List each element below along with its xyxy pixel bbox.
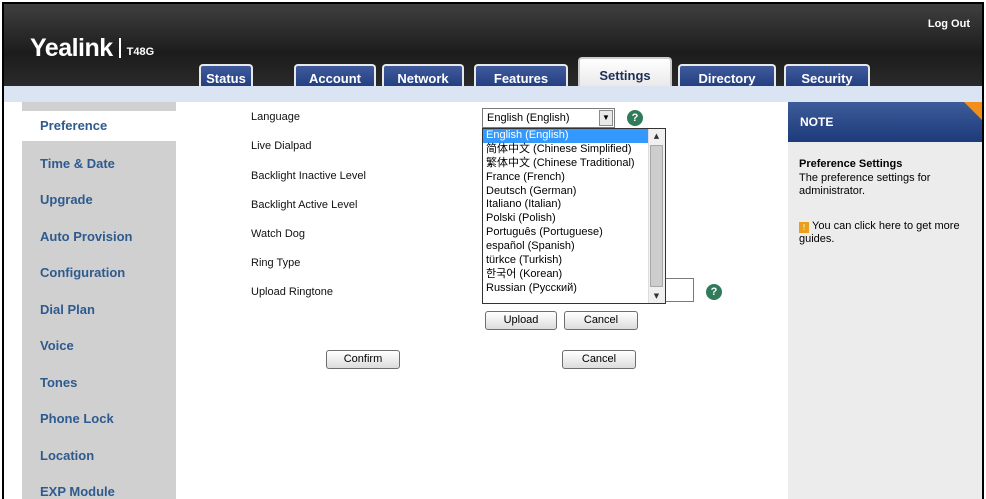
ring-type-label: Ring Type xyxy=(251,257,301,269)
backlight-active-label: Backlight Active Level xyxy=(251,199,358,211)
note-title: NOTE xyxy=(800,115,834,129)
language-option-turkish[interactable]: türkce (Turkish) xyxy=(483,254,649,268)
language-option-chinese-traditional[interactable]: 繁体中文 (Chinese Traditional) xyxy=(483,157,649,171)
language-option-chinese-simplified[interactable]: 简体中文 (Chinese Simplified) xyxy=(483,143,649,157)
cancel-button[interactable]: Cancel xyxy=(562,350,636,369)
scroll-up-icon[interactable]: ▲ xyxy=(649,129,664,143)
dropdown-scrollbar[interactable]: ▲ ▼ xyxy=(648,129,665,303)
language-option-polish[interactable]: Polski (Polish) xyxy=(483,212,649,226)
note-panel: NOTE Preference Settings The preference … xyxy=(788,102,982,499)
book-icon: ! xyxy=(799,222,809,233)
logo-text: Yealink xyxy=(30,34,113,62)
language-option-russian[interactable]: Russian (Pусский) xyxy=(483,282,649,296)
watch-dog-label: Watch Dog xyxy=(251,228,306,240)
backlight-inactive-label: Backlight Inactive Level xyxy=(251,170,366,182)
language-dropdown-list[interactable]: English (English) 简体中文 (Chinese Simplifi… xyxy=(482,128,666,304)
note-body: The preference settings for administrato… xyxy=(799,172,931,197)
sidebar-item-voice[interactable]: Voice xyxy=(40,338,74,353)
sidebar-item-time-date[interactable]: Time & Date xyxy=(40,156,115,171)
sidebar-item-preference[interactable]: Preference xyxy=(22,111,176,141)
model-text: T48G xyxy=(126,46,155,58)
upload-ringtone-label: Upload Ringtone xyxy=(251,286,333,298)
language-select[interactable]: English (English) ▼ xyxy=(482,108,615,128)
yealink-logo: Yealink T48G xyxy=(30,34,154,63)
sidebar-item-dial-plan[interactable]: Dial Plan xyxy=(40,302,95,317)
web-ui-frame: Yealink T48G Log Out Status Account Netwo… xyxy=(0,0,986,499)
language-option-french[interactable]: France (French) xyxy=(483,171,649,185)
language-select-value: English (English) xyxy=(487,112,570,124)
header-bar: Yealink T48G Log Out Status Account Netwo… xyxy=(4,4,982,90)
language-option-italian[interactable]: Italiano (Italian) xyxy=(483,198,649,212)
language-option-german[interactable]: Deutsch (German) xyxy=(483,185,649,199)
scrollbar-thumb[interactable] xyxy=(650,145,663,287)
sidebar-item-location[interactable]: Location xyxy=(40,448,94,463)
subheader-band xyxy=(4,86,982,102)
language-option-spanish[interactable]: español (Spanish) xyxy=(483,240,649,254)
help-icon[interactable]: ? xyxy=(627,110,643,126)
live-dialpad-label: Live Dialpad xyxy=(251,140,312,152)
language-label: Language xyxy=(251,111,300,123)
scroll-down-icon[interactable]: ▼ xyxy=(649,289,664,303)
logout-link[interactable]: Log Out xyxy=(928,18,970,30)
guide-link[interactable]: ! You can click here to get more guides. xyxy=(799,220,974,246)
guide-link-text: You can click here to get more guides. xyxy=(799,220,960,245)
upload-cancel-button[interactable]: Cancel xyxy=(564,311,638,330)
upload-button[interactable]: Upload xyxy=(485,311,557,330)
sidebar-item-auto-provision[interactable]: Auto Provision xyxy=(40,229,132,244)
note-corner-flag xyxy=(964,102,982,120)
note-heading: Preference Settings xyxy=(799,158,903,170)
language-option-portuguese[interactable]: Português (Portuguese) xyxy=(483,226,649,240)
note-header: NOTE xyxy=(788,102,982,142)
chevron-down-icon[interactable]: ▼ xyxy=(599,110,613,126)
sidebar-item-tones[interactable]: Tones xyxy=(40,375,77,390)
logo-separator xyxy=(118,38,121,58)
frame-border-right xyxy=(982,2,984,499)
help-icon[interactable]: ? xyxy=(706,284,722,300)
sidebar-item-phone-lock[interactable]: Phone Lock xyxy=(40,411,114,426)
sidebar-item-upgrade[interactable]: Upgrade xyxy=(40,192,93,207)
sidebar: Preference Time & Date Upgrade Auto Prov… xyxy=(22,102,176,499)
confirm-button[interactable]: Confirm xyxy=(326,350,400,369)
sidebar-item-exp-module[interactable]: EXP Module xyxy=(40,484,115,499)
sidebar-item-configuration[interactable]: Configuration xyxy=(40,265,125,280)
language-option-english[interactable]: English (English) xyxy=(483,129,649,143)
preference-form: Language Live Dialpad Backlight Inactive… xyxy=(176,102,788,499)
language-option-korean[interactable]: 한국어 (Korean) xyxy=(483,268,649,282)
